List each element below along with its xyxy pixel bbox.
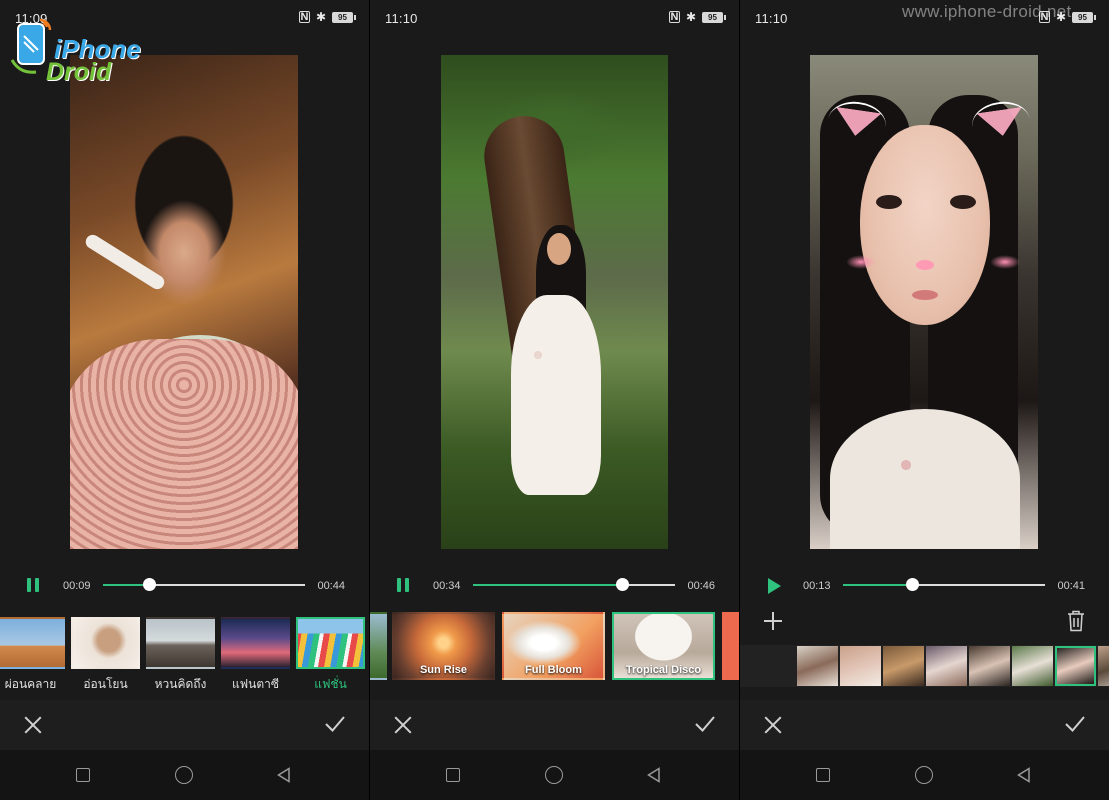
theme-list: Sun Rise Full Bloom Tropical Disco (370, 612, 739, 682)
clip-tools (740, 608, 1109, 636)
nfc-icon: N (668, 11, 680, 23)
video-preview[interactable] (441, 55, 668, 549)
check-icon[interactable] (1063, 712, 1087, 736)
action-bar (370, 700, 739, 750)
filter-label: หวนคิดถึง (154, 677, 207, 691)
cat-ear-sticker (832, 107, 881, 139)
action-bar (740, 700, 1109, 750)
filter-label: แฟนตาซี (231, 677, 280, 691)
bluetooth-icon: ✱ (685, 10, 696, 24)
clip-thumbnail[interactable] (1055, 646, 1096, 686)
filter-label: ผ่อนคลาย (4, 677, 57, 691)
seek-knob[interactable] (143, 578, 157, 591)
editor-screen-clips: 11:10 N ✱ 95 00:13 00:41 (740, 0, 1109, 800)
system-nav-bar (370, 750, 739, 800)
action-bar (0, 700, 369, 750)
filter-label: อ่อนโยน (83, 677, 128, 691)
current-time: 00:34 (433, 580, 461, 592)
iphone-droid-logo: iPhone Droid (6, 14, 146, 86)
filter-item[interactable]: แฟนตาซี (221, 617, 290, 694)
recents-icon[interactable] (816, 768, 830, 782)
play-button[interactable] (768, 578, 781, 594)
theme-item[interactable] (370, 612, 387, 680)
clip-timeline[interactable] (740, 645, 1109, 687)
filter-list: ผ่อนคลาย อ่อนโยน หวนคิดถึง แฟนตาซี แฟชั่… (0, 617, 369, 692)
seek-knob[interactable] (616, 578, 630, 591)
battery-icon: 95 (1072, 11, 1096, 23)
pause-button[interactable] (394, 576, 412, 594)
recents-icon[interactable] (76, 768, 90, 782)
bluetooth-icon: ✱ (315, 10, 326, 24)
current-time: 00:13 (803, 580, 831, 592)
total-time: 00:44 (317, 580, 345, 592)
sticker-blush (846, 255, 876, 269)
theme-label: Sun Rise (419, 664, 468, 676)
logo-text-droid: Droid (46, 58, 112, 86)
status-bar: 11:10 N ✱ 95 (370, 0, 739, 36)
playback-controls: 00:34 00:46 (370, 572, 739, 600)
video-preview[interactable] (70, 55, 298, 549)
filter-thumbnail (71, 617, 140, 669)
home-icon[interactable] (915, 766, 933, 784)
filter-thumbnail (221, 617, 290, 669)
close-icon[interactable] (764, 716, 782, 734)
pause-button[interactable] (24, 576, 42, 594)
nfc-icon: N (298, 11, 310, 23)
filter-item[interactable]: ผ่อนคลาย (0, 617, 65, 694)
back-icon[interactable] (646, 767, 662, 783)
video-preview[interactable] (810, 55, 1038, 549)
filter-thumbnail (146, 617, 215, 669)
clip-thumbnail[interactable] (969, 646, 1010, 686)
filter-thumbnail (296, 617, 365, 669)
site-watermark: www.iphone-droid.net (902, 2, 1072, 21)
clip-thumbnail[interactable] (1012, 646, 1053, 686)
editor-screen-filters: 11:09 N ✱ 95 00:09 00:44 ผ่อนคลาย อ่อนโย… (0, 0, 369, 800)
seek-knob[interactable] (905, 578, 919, 591)
theme-item[interactable]: Tropical Disco (612, 612, 715, 680)
playback-controls: 00:09 00:44 (0, 572, 369, 600)
current-time: 00:09 (63, 580, 91, 592)
system-nav-bar (0, 750, 369, 800)
theme-label: Tropical Disco (625, 664, 702, 676)
clip-thumbnail[interactable] (883, 646, 924, 686)
theme-label: Full Bloom (525, 664, 582, 676)
trash-icon[interactable] (1067, 610, 1085, 632)
recents-icon[interactable] (446, 768, 460, 782)
battery-icon: 95 (332, 11, 356, 23)
clip-thumbnail[interactable] (840, 646, 881, 686)
filter-label: แฟชั่น (314, 677, 347, 691)
home-icon[interactable] (545, 766, 563, 784)
add-clip-icon[interactable] (764, 612, 782, 630)
clip-thumbnail[interactable] (797, 646, 838, 686)
filter-item[interactable]: แฟชั่น (296, 617, 365, 694)
system-nav-bar (740, 750, 1109, 800)
home-icon[interactable] (175, 766, 193, 784)
theme-item[interactable]: Sun Rise (392, 612, 495, 680)
filter-thumbnail (0, 617, 65, 669)
check-icon[interactable] (693, 712, 717, 736)
seek-slider[interactable] (103, 578, 305, 591)
sticker-blush (990, 255, 1020, 269)
filter-item[interactable]: หวนคิดถึง (146, 617, 215, 694)
close-icon[interactable] (394, 716, 412, 734)
seek-slider[interactable] (843, 578, 1045, 591)
status-time: 11:10 (755, 11, 788, 26)
clip-thumbnail[interactable] (1098, 646, 1109, 686)
clip-thumbnail[interactable] (926, 646, 967, 686)
seek-slider[interactable] (473, 578, 675, 591)
editor-screen-looks: 11:10 N ✱ 95 00:34 00:46 Sun Rise Full B… (370, 0, 739, 800)
theme-item[interactable] (722, 612, 739, 680)
playback-controls: 00:13 00:41 (740, 572, 1109, 600)
status-time: 11:10 (385, 11, 418, 26)
filter-item[interactable]: อ่อนโยน (71, 617, 140, 694)
battery-icon: 95 (702, 11, 726, 23)
theme-item[interactable]: Full Bloom (502, 612, 605, 680)
total-time: 00:46 (687, 580, 715, 592)
total-time: 00:41 (1057, 580, 1085, 592)
back-icon[interactable] (276, 767, 292, 783)
cat-ear-sticker (976, 107, 1025, 139)
close-icon[interactable] (24, 716, 42, 734)
check-icon[interactable] (323, 712, 347, 736)
back-icon[interactable] (1016, 767, 1032, 783)
